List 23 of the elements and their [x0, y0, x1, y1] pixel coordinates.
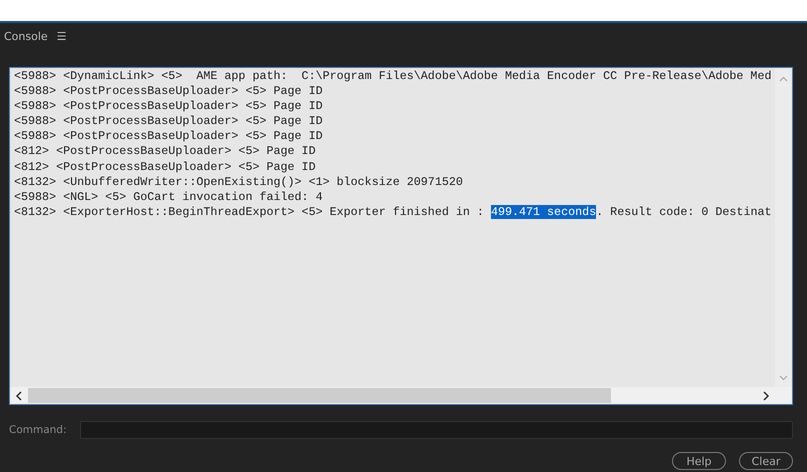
log-line: <812> <PostProcessBaseUploader> <5> Page ID	[14, 144, 316, 160]
scroll-down-icon[interactable]	[779, 375, 788, 381]
log-line: <5988> <DynamicLink> <5> AME app path: C:\Program Files\Adobe\Adobe Media Encoder CC Pre-Release\Adobe Med	[14, 69, 772, 84]
scroll-right-icon[interactable]	[762, 390, 770, 400]
console-button[interactable]: Help	[672, 452, 726, 470]
console-button[interactable]: Clear	[739, 452, 793, 470]
vertical-scrollbar[interactable]	[775, 68, 792, 387]
panel-title: Console	[4, 30, 48, 42]
command-label: Command:	[9, 424, 68, 436]
scroll-left-icon[interactable]	[15, 390, 23, 400]
scroll-up-icon[interactable]	[779, 76, 788, 82]
log-line: <8132> <ExporterHost::BeginThreadExport> <5> Exporter finished in : 499.471 seconds. Result code: 0 Destinat	[14, 204, 772, 220]
log-line: <5988> <PostProcessBaseUploader> <5> Page ID	[14, 84, 323, 100]
log-line: <5988> <PostProcessBaseUploader> <5> Page ID	[14, 99, 323, 114]
log-line: <5988> <PostProcessBaseUploader> <5> Page ID	[14, 129, 323, 144]
log-line: <812> <PostProcessBaseUploader> <5> Page ID	[14, 160, 316, 175]
log-line: <5988> <NGL> <5> GoCart invocation failed: 4	[14, 190, 323, 205]
panel-menu-icon[interactable]: ☰	[56, 30, 67, 42]
log-line: <8132> <UnbufferedWriter::OpenExisting()> <1> blocksize 20971520	[14, 174, 463, 190]
horizontal-scrollbar[interactable]	[10, 387, 792, 404]
scrollbar-thumb[interactable]	[28, 388, 612, 403]
command-field[interactable]	[80, 421, 793, 439]
log-line: <5988> <PostProcessBaseUploader> <5> Page ID	[14, 114, 323, 130]
